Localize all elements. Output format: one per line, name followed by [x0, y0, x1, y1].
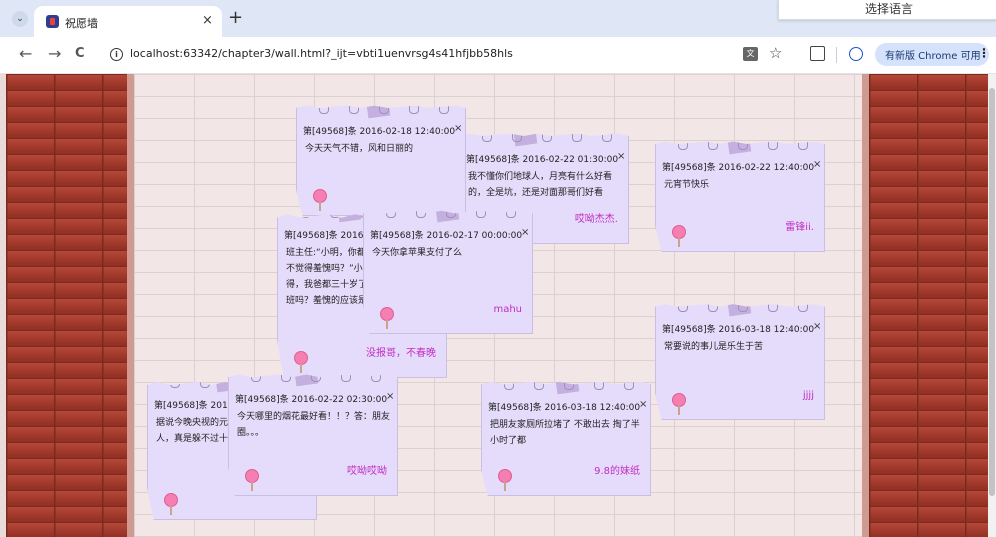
note-body: 我不懂你们地球人，月亮有什么好看的，全是坑，还是对面那哥们好看	[468, 172, 613, 198]
pillar-left	[127, 74, 134, 537]
toolbar-divider	[836, 47, 837, 63]
note-close-icon[interactable]: ×	[639, 399, 647, 410]
pillar-right	[862, 74, 869, 537]
note-author: 雷锋ii.	[785, 222, 814, 233]
extensions-icon[interactable]	[810, 46, 825, 61]
note-header: 第[49568]条 2016-03-18 12:40:00	[662, 325, 815, 335]
language-popup-label[interactable]: 选择语言	[865, 0, 913, 17]
language-popup[interactable]: 选择语言	[778, 0, 996, 20]
menu-icon[interactable]: ⋮	[978, 46, 990, 60]
note-header: 第[49568]条 2016-02-22 12:40:00	[662, 163, 815, 173]
note-header: 第[49568]条 2016-02-17 00:00:00	[370, 231, 523, 241]
lollipop-icon	[672, 225, 686, 247]
lollipop-icon	[294, 351, 308, 373]
tab-close-icon[interactable]: ×	[202, 13, 213, 28]
note-header: 第[49568]条 2016-02-22 01:30:00	[466, 155, 619, 165]
note-close-icon[interactable]: ×	[813, 321, 821, 332]
lollipop-icon	[245, 469, 259, 491]
wish-note[interactable]: 第[49568]条 2016-02-17 00:00:00 × 今天你拿苹果支付…	[363, 210, 533, 334]
wish-note[interactable]: 第[49568]条 2016-02-18 12:40:00 × 今天天气不错，风…	[296, 105, 466, 216]
wish-note[interactable]: 第[49568]条 2016-02-22 12:40:00 × 元宵节快乐 雷锋…	[655, 141, 825, 252]
translate-icon[interactable]: 文	[743, 47, 758, 61]
note-author: 哎呦哎呦	[347, 466, 387, 477]
profile-icon[interactable]	[849, 47, 863, 61]
note-author: 9.8的妹纸	[594, 466, 640, 477]
note-author: jjjj	[802, 390, 814, 401]
back-icon[interactable]: ←	[19, 45, 32, 63]
note-body: 今天你拿苹果支付了么	[372, 248, 463, 258]
note-author: 没报哥，不春晚	[366, 348, 436, 359]
lollipop-icon	[498, 469, 512, 491]
brick-wall-right	[869, 74, 988, 537]
note-header: 第[49568]条 2016-02-18 12:40:00	[303, 127, 456, 137]
note-author: 哎呦杰杰.	[574, 214, 618, 225]
tab-active[interactable]: 祝愿墙 ×	[34, 6, 222, 37]
page-scrollbar[interactable]	[988, 74, 996, 537]
note-close-icon[interactable]: ×	[813, 159, 821, 170]
note-close-icon[interactable]: ×	[386, 391, 394, 402]
note-author: mahu	[493, 304, 522, 315]
update-chrome-button[interactable]: 有新版 Chrome 可用 ⋮	[875, 43, 990, 66]
wish-note[interactable]: 第[49568]条 2016-02-22 02:30:00 × 今天哪里的烟花最…	[228, 374, 398, 496]
note-header: 第[49568]条 2016-02-22 02:30:00	[235, 395, 388, 405]
browser-toolbar: ← → C i localhost:63342/chapter3/wall.ht…	[0, 37, 996, 74]
page-viewport: 第[49568]条 2016-02-22 01:30:00 × 我不懂你们地球人…	[0, 74, 988, 537]
tab-search-button[interactable]: ⌄	[12, 11, 28, 27]
reload-icon[interactable]: C	[75, 45, 85, 63]
note-body: 元宵节快乐	[664, 180, 710, 190]
tab-title: 祝愿墙	[65, 17, 98, 30]
address-bar[interactable]: i localhost:63342/chapter3/wall.html?_ij…	[99, 41, 800, 68]
note-body: 今天天气不错，风和日丽的	[305, 144, 414, 154]
forward-icon[interactable]: →	[48, 45, 61, 63]
scrollbar-thumb[interactable]	[989, 88, 995, 496]
note-close-icon[interactable]: ×	[521, 227, 529, 238]
site-info-icon[interactable]: i	[110, 48, 123, 61]
note-body: 今天哪里的烟花最好看！！？答：朋友圈。。。	[237, 412, 391, 438]
note-close-icon[interactable]: ×	[454, 123, 462, 134]
update-label: 有新版 Chrome 可用	[885, 51, 981, 62]
lollipop-icon	[672, 393, 686, 415]
note-close-icon[interactable]: ×	[617, 151, 625, 162]
lollipop-icon	[313, 189, 327, 211]
note-header: 第[49568]条 2016-03-18 12:40:00	[488, 403, 641, 413]
brick-wall-left	[6, 74, 127, 537]
lollipop-icon	[164, 493, 178, 515]
url-text[interactable]: localhost:63342/chapter3/wall.html?_ijt=…	[130, 47, 513, 60]
note-body: 把朋友家厕所拉堵了 不敢出去 掏了半小时了都	[490, 420, 640, 446]
wish-note[interactable]: 第[49568]条 2016-03-18 12:40:00 × 常要说的事儿是乐…	[655, 304, 825, 420]
lollipop-icon	[380, 307, 394, 329]
bookmark-star-icon[interactable]: ☆	[769, 44, 782, 62]
wish-note[interactable]: 第[49568]条 2016-03-18 12:40:00 × 把朋友家厕所拉堵…	[481, 381, 651, 496]
tab-strip: ⌄ 祝愿墙 × + — × 选择语言	[0, 0, 996, 37]
favicon-icon	[46, 15, 59, 28]
note-body: 常要说的事儿是乐生于苦	[664, 342, 764, 352]
new-tab-button[interactable]: +	[228, 8, 243, 28]
